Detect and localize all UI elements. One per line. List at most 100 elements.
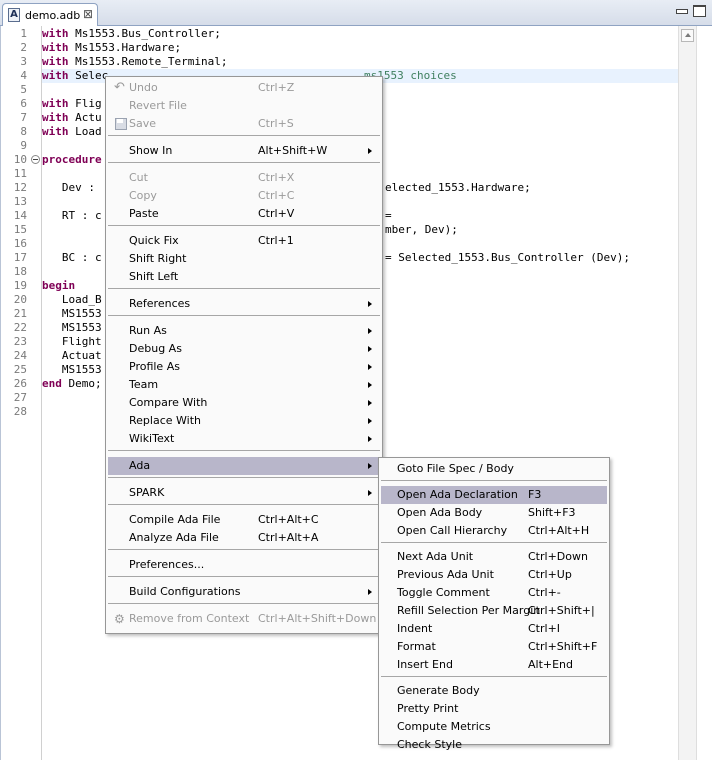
menu-item-undo[interactable]: Undo Ctrl+Z <box>108 79 380 97</box>
keyword: with <box>42 125 69 138</box>
menu-item-label: Build Configurations <box>129 585 241 598</box>
menu-item-open-call-hierarchy[interactable]: Open Call Hierarchy Ctrl+Alt+H <box>381 522 607 540</box>
menu-item-label: Format <box>397 640 436 653</box>
code-token: MS1553 <box>42 363 102 376</box>
menu-item-shortcut: Alt+Shift+W <box>258 144 328 157</box>
fold-collapse-icon[interactable] <box>31 155 40 164</box>
menu-item-label: Next Ada Unit <box>397 550 474 563</box>
menu-item-compute-metrics[interactable]: Compute Metrics <box>381 718 607 736</box>
menu-item-indent[interactable]: Indent Ctrl+I <box>381 620 607 638</box>
line-number: 7 <box>20 111 27 124</box>
menu-item-team[interactable]: Team <box>108 376 380 394</box>
code-token: MS1553 <box>42 307 102 320</box>
line-number: 2 <box>20 41 27 54</box>
menu-item-replace-with[interactable]: Replace With <box>108 412 380 430</box>
menu-item-references[interactable]: References <box>108 295 380 313</box>
code-token: Flig <box>75 97 102 110</box>
line-number: 15 <box>13 223 27 236</box>
menu-item-format[interactable]: Format Ctrl+Shift+F <box>381 638 607 656</box>
menu-item-revert-file[interactable]: Revert File <box>108 97 380 115</box>
minimize-icon[interactable] <box>674 4 688 14</box>
code-line: with Actu <box>41 111 102 125</box>
line-number: 5 <box>20 83 27 96</box>
menu-item-save[interactable]: Save Ctrl+S <box>108 115 380 133</box>
menu-item-label: Goto File Spec / Body <box>397 462 514 475</box>
vertical-scrollbar[interactable] <box>678 26 696 760</box>
menu-item-label: Remove from Context <box>129 612 250 625</box>
menu-item-run-as[interactable]: Run As <box>108 322 380 340</box>
menu-item-generate-body[interactable]: Generate Body <box>381 682 607 700</box>
menu-item-insert-end[interactable]: Insert End Alt+End <box>381 656 607 674</box>
menu-item-label: Toggle Comment <box>397 586 490 599</box>
menu-item-shortcut: Ctrl+Alt+A <box>258 531 319 544</box>
overview-ruler <box>696 26 712 760</box>
menu-item-cut[interactable]: Cut Ctrl+X <box>108 169 380 187</box>
line-number: 23 <box>13 335 27 348</box>
menu-item-copy[interactable]: Copy Ctrl+C <box>108 187 380 205</box>
menu-item-check-style[interactable]: Check Style <box>381 736 607 754</box>
menu-item-profile-as[interactable]: Profile As <box>108 358 380 376</box>
menu-item-refill-selection-per-margin[interactable]: Refill Selection Per Margin Ctrl+Shift+| <box>381 602 607 620</box>
close-icon[interactable]: ⊠ <box>83 7 93 21</box>
code-fragment: elected_1553.Hardware; <box>385 181 531 194</box>
line-number: 16 <box>13 237 27 250</box>
menu-item-open-ada-declaration[interactable]: Open Ada Declaration F3 <box>381 486 607 504</box>
menu-item-shortcut: Ctrl+Up <box>528 568 572 581</box>
menu-item-shift-left[interactable]: Shift Left <box>108 268 380 286</box>
menu-item-next-ada-unit[interactable]: Next Ada Unit Ctrl+Down <box>381 548 607 566</box>
submenu-arrow-icon <box>368 346 372 352</box>
code-line: end Demo; <box>41 377 102 391</box>
menu-item-toggle-comment[interactable]: Toggle Comment Ctrl+- <box>381 584 607 602</box>
menu-item-label: Indent <box>397 622 433 635</box>
menu-separator <box>108 288 380 289</box>
menu-item-spark[interactable]: SPARK <box>108 484 380 502</box>
line-number: 18 <box>13 265 27 278</box>
keyword: procedure <box>42 153 102 166</box>
menu-separator <box>108 162 380 163</box>
menu-item-debug-as[interactable]: Debug As <box>108 340 380 358</box>
scroll-up-arrow-icon[interactable] <box>681 29 694 42</box>
ada-file-icon: A <box>8 8 20 22</box>
menu-item-paste[interactable]: Paste Ctrl+V <box>108 205 380 223</box>
submenu-arrow-icon <box>368 463 372 469</box>
menu-item-compile-ada-file[interactable]: Compile Ada File Ctrl+Alt+C <box>108 511 380 529</box>
menu-item-remove-from-context[interactable]: Remove from Context Ctrl+Alt+Shift+Down <box>108 610 380 628</box>
menu-item-open-ada-body[interactable]: Open Ada Body Shift+F3 <box>381 504 607 522</box>
menu-item-label: Ada <box>129 459 151 472</box>
code-token: Flight <box>42 335 102 348</box>
menu-item-analyze-ada-file[interactable]: Analyze Ada File Ctrl+Alt+A <box>108 529 380 547</box>
menu-item-ada[interactable]: Ada <box>108 457 380 475</box>
menu-item-build-configurations[interactable]: Build Configurations <box>108 583 380 601</box>
line-number: 3 <box>20 55 27 68</box>
line-number: 12 <box>13 181 27 194</box>
code-line: procedure <box>41 153 102 167</box>
menu-item-label: Compile Ada File <box>129 513 221 526</box>
menu-item-quick-fix[interactable]: Quick Fix Ctrl+1 <box>108 232 380 250</box>
tab-demo-adb[interactable]: A demo.adb ⊠ <box>2 3 98 26</box>
menu-item-preferences[interactable]: Preferences... <box>108 556 380 574</box>
code-token: BC : c <box>42 251 102 264</box>
submenu-arrow-icon <box>368 400 372 406</box>
menu-item-label: Quick Fix <box>129 234 179 247</box>
keyword: with <box>42 97 69 110</box>
menu-item-pretty-print[interactable]: Pretty Print <box>381 700 607 718</box>
menu-item-wikitext[interactable]: WikiText <box>108 430 380 448</box>
menu-separator <box>108 504 380 505</box>
menu-item-shortcut: Ctrl+- <box>528 586 561 599</box>
maximize-icon[interactable] <box>692 4 706 17</box>
menu-item-compare-with[interactable]: Compare With <box>108 394 380 412</box>
menu-item-label: Compute Metrics <box>397 720 491 733</box>
menu-item-shift-right[interactable]: Shift Right <box>108 250 380 268</box>
menu-item-shortcut: Alt+End <box>528 658 574 671</box>
menu-item-goto-file-spec-body[interactable]: Goto File Spec / Body <box>381 460 607 478</box>
menu-item-shortcut: Ctrl+1 <box>258 234 294 247</box>
menu-item-shortcut: Ctrl+Z <box>258 81 295 94</box>
line-number: 19 <box>13 279 27 292</box>
menu-item-show-in[interactable]: Show In Alt+Shift+W <box>108 142 380 160</box>
menu-item-previous-ada-unit[interactable]: Previous Ada Unit Ctrl+Up <box>381 566 607 584</box>
menu-item-label: Analyze Ada File <box>129 531 219 544</box>
code-token: Load <box>75 125 102 138</box>
menu-item-shortcut: Ctrl+V <box>258 207 295 220</box>
menu-separator <box>381 542 607 543</box>
